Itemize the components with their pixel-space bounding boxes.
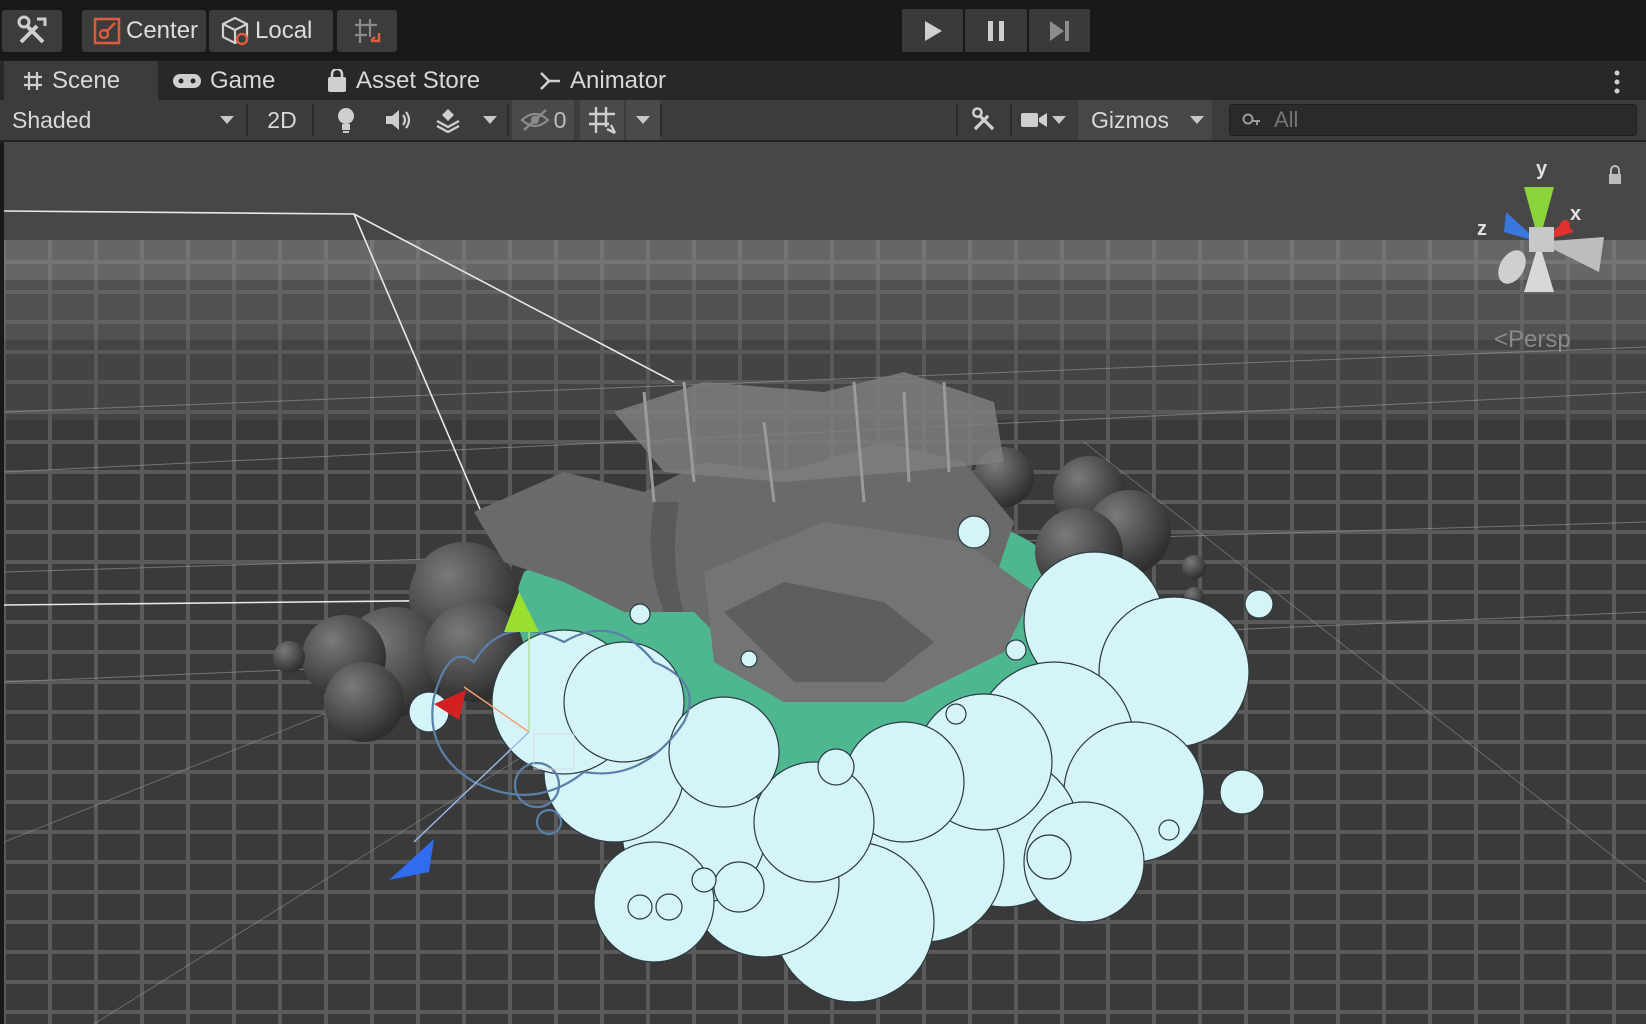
- sky-background: [4, 142, 1646, 242]
- projection-label: Persp: [1508, 326, 1571, 353]
- gizmos-button[interactable]: Gizmos: [1078, 100, 1182, 140]
- hash-icon: [24, 72, 42, 90]
- tools-icon: [972, 107, 995, 131]
- toggle-2d-button[interactable]: 2D: [256, 100, 308, 140]
- camera-icon: [1021, 113, 1047, 127]
- eye-slash-icon: [519, 109, 550, 131]
- search-input[interactable]: [1272, 106, 1636, 134]
- animator-icon: [540, 72, 560, 90]
- bag-icon: [328, 69, 346, 92]
- hidden-count: 0: [553, 106, 567, 133]
- audio-toggle[interactable]: [374, 100, 422, 140]
- pivot-center-icon: [93, 17, 121, 45]
- hierarchy-search-field[interactable]: [1229, 104, 1637, 136]
- play-button[interactable]: [902, 9, 964, 52]
- divider: [507, 104, 509, 136]
- gamepad-icon: [173, 74, 201, 88]
- divider: [1010, 104, 1012, 136]
- tab-animator[interactable]: Animator: [538, 61, 666, 101]
- chevron-left-icon: <: [1494, 326, 1509, 353]
- scene-render[interactable]: [4, 142, 1646, 1024]
- play-controls: [902, 9, 1090, 52]
- gizmos-label: Gizmos: [1091, 106, 1169, 133]
- divider: [246, 104, 248, 136]
- projection-toggle[interactable]: <Persp: [1494, 326, 1571, 354]
- pivot-local-label: Local: [255, 17, 313, 44]
- shading-mode-dropdown[interactable]: Shaded: [0, 100, 244, 140]
- axis-label-z: z: [1477, 218, 1487, 240]
- hidden-objects-toggle[interactable]: 0: [512, 100, 574, 140]
- toggle-2d-label: 2D: [267, 106, 297, 133]
- camera-settings-dropdown[interactable]: [1014, 100, 1072, 140]
- divider: [312, 104, 314, 136]
- effects-toggle[interactable]: [424, 100, 472, 140]
- scene-toolbar: Shaded 2D 0 Gizmos: [0, 100, 1646, 142]
- tools-icon: [17, 15, 47, 44]
- gizmos-dropdown[interactable]: [1182, 100, 1212, 140]
- divider: [956, 104, 958, 136]
- grid-snap-icon: [355, 19, 381, 43]
- chevron-down-icon: [220, 116, 234, 124]
- tab-scene-label: Scene: [52, 67, 121, 94]
- chevron-down-icon: [636, 116, 650, 124]
- pivot-center-label: Center: [126, 17, 199, 44]
- grid-dropdown[interactable]: [626, 100, 660, 140]
- speaker-icon: [386, 110, 411, 130]
- grid-icon: [589, 107, 617, 135]
- axis-label-x: x: [1570, 203, 1582, 225]
- search-icon: [1242, 113, 1260, 125]
- play-icon: [924, 20, 942, 41]
- lightbulb-icon: [338, 108, 354, 133]
- step-button[interactable]: [1028, 9, 1090, 52]
- main-toolbar: Center Local: [0, 0, 1646, 60]
- tab-game-label: Game: [210, 67, 276, 94]
- shading-mode-label: Shaded: [12, 106, 92, 133]
- divider: [660, 104, 662, 136]
- chevron-down-icon: [1052, 116, 1066, 124]
- more-options-icon[interactable]: [1610, 69, 1624, 95]
- chevron-down-icon: [1190, 116, 1204, 124]
- effects-dropdown[interactable]: [474, 100, 506, 140]
- pivot-center-button[interactable]: Center: [82, 10, 206, 52]
- pause-icon: [987, 20, 1004, 41]
- axis-label-y: y: [1536, 158, 1548, 180]
- pivot-local-button[interactable]: Local: [209, 10, 333, 52]
- layers-effects-icon: [436, 109, 460, 133]
- step-icon: [1050, 20, 1070, 41]
- chevron-down-icon: [483, 116, 497, 124]
- scene-tools-button[interactable]: [960, 100, 1008, 140]
- lighting-toggle[interactable]: [322, 100, 370, 140]
- grid-toggle[interactable]: [580, 100, 624, 140]
- tab-asset-store-label: Asset Store: [356, 67, 481, 94]
- cube-local-icon: [221, 16, 249, 46]
- tab-bar: Scene Game Asset Store Animator: [0, 60, 1646, 101]
- tab-scene[interactable]: Scene: [4, 61, 158, 101]
- pause-button[interactable]: [965, 9, 1027, 52]
- tab-animator-label: Animator: [570, 67, 667, 94]
- scene-viewport[interactable]: y x z: [4, 142, 1646, 1024]
- tools-button[interactable]: [2, 10, 62, 52]
- tab-asset-store[interactable]: Asset Store: [326, 61, 480, 101]
- tab-game[interactable]: Game: [172, 61, 275, 101]
- grid-snap-button[interactable]: [337, 10, 397, 52]
